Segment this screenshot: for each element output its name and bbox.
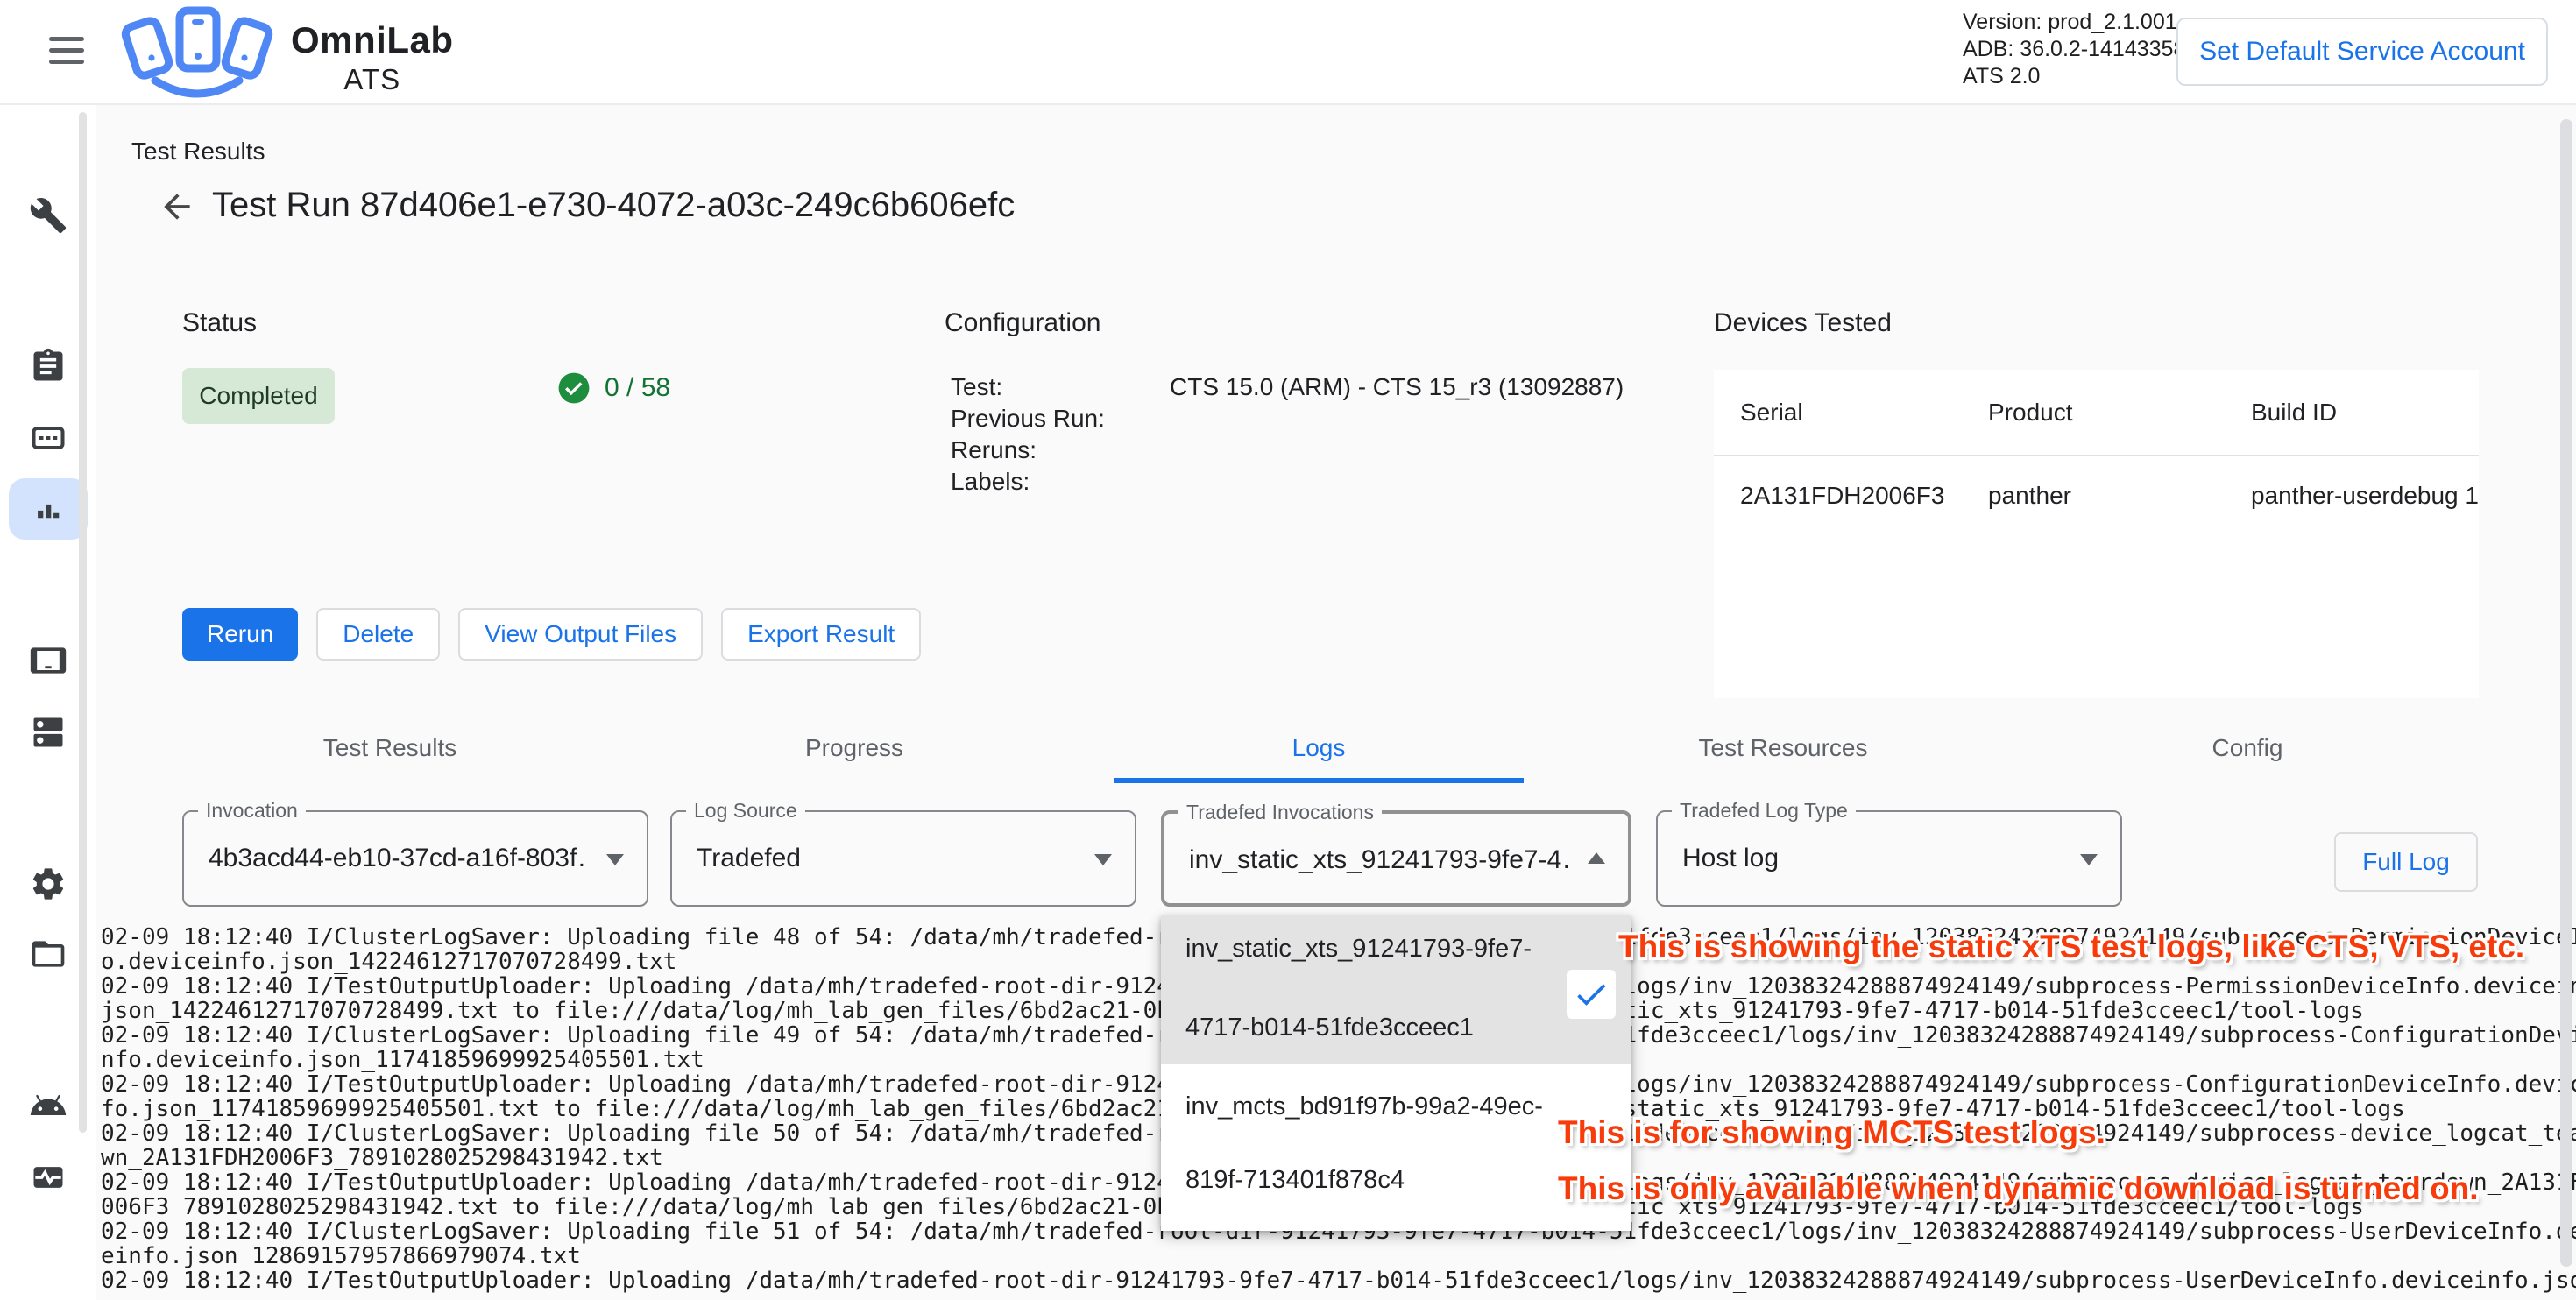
status-badge: Completed [182,368,335,424]
main-content: Test Results Test Run 87d406e1-e730-4072… [96,105,2576,1300]
chevron-up-icon [1588,852,1605,864]
config-label: Test: [951,371,1170,403]
sidebar-item-hosts-icon[interactable] [29,713,67,752]
dropdown-option-static-xts[interactable]: inv_static_xts_91241793-9fe7- 4717-b014-… [1161,915,1631,1064]
column-header-product: Product [1988,399,2251,427]
config-label: Reruns: [951,435,1170,466]
column-header-serial: Serial [1740,399,1988,427]
device-product: panther [1988,482,2251,510]
sidebar-item-wrench-icon[interactable] [29,196,67,235]
sidebar-nav [0,105,96,1300]
column-header-build-id: Build ID [2251,399,2479,427]
sidebar-scrollbar[interactable] [79,112,87,1133]
sidebar-item-bar-chart-icon[interactable] [29,490,67,528]
breadcrumb: Test Results [131,138,265,166]
ats-version-line: ATS 2.0 [1963,63,2185,90]
field-value: inv_static_xts_91241793-9fe7-4… [1189,814,1569,907]
field-value: Host log [1682,812,1779,905]
status-heading: Status [182,308,257,338]
field-value: Tradefed [697,812,801,905]
delete-button[interactable]: Delete [316,608,440,661]
annotation-static-xts: This is showing the static xTS test logs… [1618,929,2524,965]
tab-config[interactable]: Config [2015,713,2480,783]
pass-count: 0 / 58 [557,371,670,405]
action-buttons: Rerun Delete View Output Files Export Re… [182,608,921,661]
back-arrow-icon[interactable] [158,187,196,226]
devices-table-header: Serial Product Build ID [1714,370,2479,455]
version-line: Version: prod_2.1.001 [1963,9,2185,36]
selected-check-icon [1567,970,1616,1019]
field-value: 4b3acd44-eb10-37cd-a16f-803f… [209,812,588,905]
count-text: 0 / 58 [605,373,670,403]
sidebar-item-folder-icon[interactable] [29,935,67,973]
tab-test-resources[interactable]: Test Resources [1551,713,2015,783]
rerun-button[interactable]: Rerun [182,608,298,661]
devices-tested-heading: Devices Tested [1714,308,1892,338]
chevron-down-icon [2080,854,2098,865]
omnilab-logo-icon [118,4,276,102]
menu-icon[interactable] [49,37,84,67]
tab-bar: Test Results Progress Logs Test Resource… [158,713,2480,783]
sidebar-item-gear-icon[interactable] [29,865,67,903]
config-value: CTS 15.0 (ARM) - CTS 15_r3 (13092887) [1170,371,1624,403]
sidebar-item-test-suites-icon[interactable] [29,419,67,457]
config-row-previous-run: Previous Run: [951,403,1624,435]
config-row-test: Test: CTS 15.0 (ARM) - CTS 15_r3 (130928… [951,371,1624,403]
annotation-dynamic-download: This is only available when dynamic down… [1558,1170,2479,1207]
tradefed-invocations-select[interactable]: Tradefed Invocations inv_static_xts_9124… [1161,810,1631,907]
chevron-down-icon [1094,854,1112,865]
invocation-select[interactable]: Invocation 4b3acd44-eb10-37cd-a16f-803f… [182,810,648,907]
app-name: OmniLab [291,19,454,61]
tab-progress[interactable]: Progress [622,713,1086,783]
tab-logs[interactable]: Logs [1086,713,1551,783]
check-circle-icon [557,371,591,405]
brand-block: OmniLab ATS [291,19,454,96]
device-serial: 2A131FDH2006F3 [1740,482,1988,510]
full-log-button[interactable]: Full Log [2334,832,2478,892]
config-label: Labels: [951,466,1170,498]
sidebar-item-android-icon[interactable] [29,1086,67,1125]
option-text: 4717-b014-51fde3cceec1 [1185,1014,1474,1042]
view-output-files-button[interactable]: View Output Files [458,608,703,661]
log-line: 02-09 18:12:40 I/TestOutputUploader: Upl… [101,1268,2576,1293]
chevron-down-icon [606,854,624,865]
app-subtitle: ATS [291,63,454,96]
table-row: 2A131FDH2006F3 panther panther-userdebug… [1714,456,2479,536]
annotation-mcts: This is for showing MCTS test logs. [1558,1114,2105,1151]
top-app-bar: OmniLab ATS Version: prod_2.1.001 ADB: 3… [0,0,2576,105]
page-scrollbar[interactable] [2560,119,2572,1267]
log-line: einfo.json_12869157957866979074.txt [101,1244,2576,1268]
config-row-reruns: Reruns: [951,435,1624,466]
config-row-labels: Labels: [951,466,1624,498]
tradefed-log-type-select[interactable]: Tradefed Log Type Host log [1656,810,2122,907]
sidebar-item-device-icon[interactable] [29,641,67,680]
sidebar-item-assignment-icon[interactable] [29,347,67,385]
configuration-heading: Configuration [945,308,1100,338]
configuration-rows: Test: CTS 15.0 (ARM) - CTS 15_r3 (130928… [951,371,1624,498]
device-build-id: panther-userdebug 15 r [2251,482,2479,510]
set-default-service-account-button[interactable]: Set Default Service Account [2176,18,2548,86]
adb-version-line: ADB: 36.0.2-14143358 [1963,36,2185,63]
version-info: Version: prod_2.1.001 ADB: 36.0.2-141433… [1963,9,2185,90]
page-title: Test Run 87d406e1-e730-4072-a03c-249c6b6… [212,186,1015,225]
devices-table: Serial Product Build ID 2A131FDH2006F3 p… [1714,370,2479,698]
config-label: Previous Run: [951,403,1170,435]
option-text: inv_static_xts_91241793-9fe7- [1185,935,1532,964]
export-result-button[interactable]: Export Result [721,608,921,661]
log-source-select[interactable]: Log Source Tradefed [670,810,1136,907]
option-text: 819f-713401f878c4 [1185,1166,1405,1195]
tab-test-results[interactable]: Test Results [158,713,622,783]
option-text: inv_mcts_bd91f97b-99a2-49ec- [1185,1092,1543,1121]
sidebar-item-monitor-wave-icon[interactable] [29,1158,67,1197]
